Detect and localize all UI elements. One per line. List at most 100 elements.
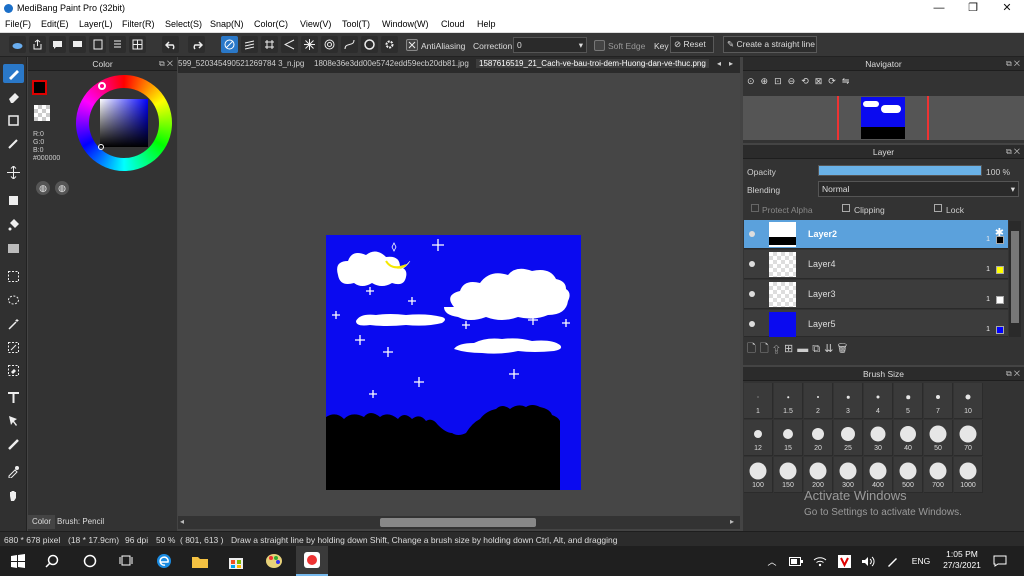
foreground-color-swatch[interactable] xyxy=(32,80,47,95)
hand-tool-icon[interactable] xyxy=(3,486,24,505)
brush-size-cell[interactable]: 2 xyxy=(804,383,833,419)
visibility-eye-icon[interactable] xyxy=(749,291,755,297)
visibility-eye-icon[interactable] xyxy=(749,261,755,267)
layer-name[interactable]: Layer4 xyxy=(808,259,836,269)
layer-row[interactable]: Layer4 1 xyxy=(744,250,1008,279)
language-indicator[interactable]: ENG xyxy=(907,546,935,576)
comment-icon[interactable] xyxy=(49,36,66,53)
canvas-area[interactable] xyxy=(178,73,740,516)
rotate-right-icon[interactable]: ⟳ xyxy=(828,76,842,86)
tab-scroll-left-icon[interactable]: ◂ xyxy=(717,59,721,68)
navigator-preview[interactable] xyxy=(743,96,1024,140)
doc-tab-1[interactable]: 599_520345490521269784 3_n.jpg xyxy=(178,59,304,68)
minimize-button[interactable]: — xyxy=(922,0,956,17)
brush-size-cell[interactable]: 10 xyxy=(954,383,983,419)
correction-dropdown[interactable]: 0 ▾ xyxy=(513,37,587,53)
zoom-in-icon[interactable]: ⊕ xyxy=(761,76,775,86)
edge-icon[interactable] xyxy=(150,546,178,576)
volume-icon[interactable] xyxy=(859,546,877,576)
select-eraser-tool-icon[interactable] xyxy=(3,361,24,380)
brush-size-cell[interactable]: 1000 xyxy=(954,457,983,493)
clipping-checkbox[interactable] xyxy=(842,204,850,212)
redo-icon[interactable] xyxy=(188,36,205,53)
snap-settings-icon[interactable] xyxy=(381,36,398,53)
clock[interactable]: 1:05 PM 27/3/2021 xyxy=(939,549,985,571)
brush-size-cell[interactable]: 150 xyxy=(774,457,803,493)
search-icon[interactable] xyxy=(38,546,66,576)
brush-size-cell[interactable]: 5 xyxy=(894,383,923,419)
merge-layer-icon[interactable]: ⇊ xyxy=(824,343,837,355)
duplicate-layer-icon[interactable]: ⧉ xyxy=(812,343,824,355)
parallel-snap-icon[interactable] xyxy=(241,36,258,53)
cross-snap-icon[interactable] xyxy=(261,36,278,53)
layer-scrollbar[interactable] xyxy=(1009,221,1021,337)
brush-size-cell[interactable]: 70 xyxy=(954,420,983,456)
palette-add-icon[interactable]: ◍ xyxy=(55,181,69,195)
menu-cloud[interactable]: Cloud xyxy=(441,19,465,29)
brush-size-cell[interactable]: 3 xyxy=(834,383,863,419)
brush-size-cell[interactable]: 20 xyxy=(804,420,833,456)
chat-icon[interactable] xyxy=(69,36,86,53)
doc-tab-3[interactable]: 1587616519_21_Cach-ve-bau-troi-dem-Huong… xyxy=(476,59,709,68)
antialiasing-checkbox[interactable] xyxy=(406,39,418,51)
panel-close-icon[interactable]: ⧉ ✕ xyxy=(159,57,173,71)
flip-icon[interactable]: ⇋ xyxy=(842,76,856,86)
circle-snap-icon[interactable] xyxy=(361,36,378,53)
battery-icon[interactable] xyxy=(787,546,805,576)
list-icon[interactable] xyxy=(109,36,126,53)
brush-size-cell[interactable]: 100 xyxy=(744,457,773,493)
visibility-eye-icon[interactable] xyxy=(749,321,755,327)
windows-start-icon[interactable] xyxy=(4,546,32,576)
maximize-button[interactable]: ❐ xyxy=(956,0,990,17)
add-layer-menu-icon[interactable]: ⊞ xyxy=(784,343,797,355)
magic-wand-tool-icon[interactable] xyxy=(3,315,24,334)
sv-picker-ring[interactable] xyxy=(98,144,104,150)
menu-file[interactable]: File(F) xyxy=(5,19,31,29)
menu-help[interactable]: Help xyxy=(477,19,496,29)
drawing-canvas[interactable] xyxy=(326,235,581,490)
notification-icon[interactable] xyxy=(990,546,1010,576)
horizontal-scrollbar[interactable]: ◂ ▸ xyxy=(178,516,740,529)
brush-size-cell[interactable]: 1 xyxy=(744,383,773,419)
menu-snap[interactable]: Snap(N) xyxy=(210,19,244,29)
concentric-snap-icon[interactable] xyxy=(321,36,338,53)
chevron-up-icon[interactable]: ︿ xyxy=(764,546,780,576)
protect-alpha-checkbox[interactable] xyxy=(751,204,759,212)
doc-tab-2[interactable]: 1808e36e3dd00e5742edd59ecb20db81.jpg xyxy=(314,59,469,68)
snap-off-icon[interactable] xyxy=(221,36,238,53)
palette-icon[interactable]: ◍ xyxy=(36,181,50,195)
perspective-snap-icon[interactable] xyxy=(281,36,298,53)
divide-tool-icon[interactable] xyxy=(3,435,24,454)
layer-row[interactable]: Layer2 1 ✱ xyxy=(744,220,1008,249)
layer-name[interactable]: Layer5 xyxy=(808,319,836,329)
brush-size-cell[interactable]: 700 xyxy=(924,457,953,493)
brush-size-cell[interactable]: 4 xyxy=(864,383,893,419)
fit-icon[interactable]: ⊡ xyxy=(774,76,788,86)
new-layer-icon[interactable]: 🗋 xyxy=(747,343,760,355)
curve-snap-icon[interactable] xyxy=(341,36,358,53)
brush-size-cell[interactable]: 40 xyxy=(894,420,923,456)
task-view-icon[interactable] xyxy=(112,546,140,576)
brush-size-cell[interactable]: 50 xyxy=(924,420,953,456)
cortana-icon[interactable] xyxy=(76,546,104,576)
transparent-color-swatch[interactable] xyxy=(34,105,50,121)
select-tool-icon[interactable] xyxy=(3,267,24,286)
paint-palette-icon[interactable] xyxy=(258,546,290,576)
rotate-left-icon[interactable]: ⟲ xyxy=(801,76,815,86)
medibang-taskbar-icon[interactable] xyxy=(296,546,328,576)
radial-snap-icon[interactable] xyxy=(301,36,318,53)
navigator-zoom-icons[interactable]: ⊙⊕⊡⊖⟲⊠⟳⇋ xyxy=(747,76,855,87)
tab-brush[interactable]: Brush: Pencil xyxy=(57,517,104,526)
scrollbar-thumb[interactable] xyxy=(380,518,536,527)
blending-dropdown[interactable]: Normal ▾ xyxy=(818,181,1019,197)
tab-color[interactable]: Color xyxy=(28,515,55,529)
menu-filter[interactable]: Filter(R) xyxy=(122,19,155,29)
grid-icon[interactable] xyxy=(129,36,146,53)
rectangle-tool-icon[interactable] xyxy=(3,111,24,130)
menu-tool[interactable]: Tool(T) xyxy=(342,19,370,29)
brush-size-cell[interactable]: 30 xyxy=(864,420,893,456)
menu-view[interactable]: View(V) xyxy=(300,19,331,29)
menu-select[interactable]: Select(S) xyxy=(165,19,202,29)
text-tool-icon[interactable] xyxy=(3,388,24,407)
gradient-tool-icon[interactable] xyxy=(3,239,24,258)
